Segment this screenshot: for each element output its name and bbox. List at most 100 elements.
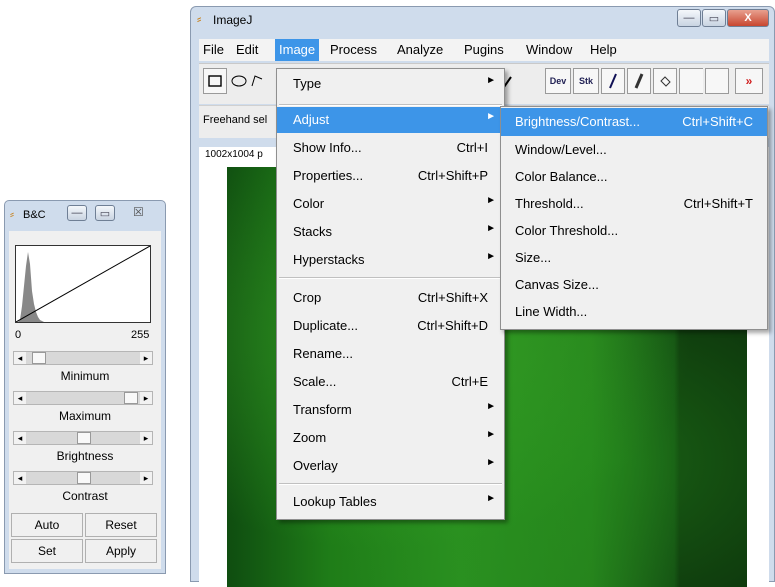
maximum-slider[interactable]: ◂ ▸ xyxy=(13,391,153,405)
menu-item-color-balance[interactable]: Color Balance... xyxy=(501,164,767,190)
menu-item-show-info[interactable]: Show Info... Ctrl+I xyxy=(277,135,504,161)
menu-item-window-level[interactable]: Window/Level... xyxy=(501,137,767,163)
menu-item-label: Show Info... xyxy=(293,140,362,155)
menu-edit[interactable]: Edit xyxy=(236,42,258,57)
menu-item-shortcut: Ctrl+Shift+P xyxy=(417,168,488,183)
slider-thumb[interactable] xyxy=(77,472,91,484)
minimize-button[interactable]: — xyxy=(677,9,701,27)
submenu-arrow-icon: ► xyxy=(486,251,496,262)
reset-button[interactable]: Reset xyxy=(85,513,157,537)
submenu-arrow-icon: ► xyxy=(486,457,496,468)
scroll-right-icon[interactable]: ▸ xyxy=(140,472,152,484)
set-button[interactable]: Set xyxy=(11,539,83,563)
scroll-left-icon[interactable]: ◂ xyxy=(14,352,26,364)
scroll-left-icon[interactable]: ◂ xyxy=(14,432,26,444)
menu-item-scale[interactable]: Scale... Ctrl+E xyxy=(277,369,504,395)
scroll-left-icon[interactable]: ◂ xyxy=(14,392,26,404)
maximize-button[interactable]: ▭ xyxy=(95,205,115,221)
submenu-arrow-icon: ► xyxy=(486,401,496,412)
brightness-slider[interactable]: ◂ ▸ xyxy=(13,431,153,445)
menu-item-line-width[interactable]: Line Width... xyxy=(501,299,767,325)
menu-item-crop[interactable]: Crop Ctrl+Shift+X xyxy=(277,285,504,311)
menu-item-overlay[interactable]: Overlay ► xyxy=(277,453,504,479)
menu-item-label: Stacks xyxy=(293,224,333,239)
menu-item-type[interactable]: Type ► xyxy=(277,71,504,97)
close-button[interactable]: X xyxy=(727,9,769,27)
menu-item-label: Lookup Tables xyxy=(293,494,377,509)
maximize-button[interactable]: ▭ xyxy=(702,9,726,27)
menu-item-label: Crop xyxy=(293,290,322,305)
menu-item-color-threshold[interactable]: Color Threshold... xyxy=(501,218,767,244)
dev-tool-button[interactable]: Dev xyxy=(545,68,571,94)
pencil-tool-icon[interactable] xyxy=(601,68,625,94)
menu-item-shortcut: Ctrl+E xyxy=(451,374,488,389)
apply-button[interactable]: Apply xyxy=(85,539,157,563)
menu-item-lookup-tables[interactable]: Lookup Tables ► xyxy=(277,489,504,515)
brush-tool-icon[interactable] xyxy=(627,68,651,94)
window-title: ImageJ xyxy=(213,13,253,27)
menu-item-label: Properties... xyxy=(293,168,364,183)
menu-process[interactable]: Process xyxy=(330,42,377,57)
menu-item-label: Transform xyxy=(293,402,352,417)
minimum-slider[interactable]: ◂ ▸ xyxy=(13,351,153,365)
menu-image[interactable]: Image xyxy=(275,39,320,61)
menu-item-stacks[interactable]: Stacks ► xyxy=(277,219,504,245)
menu-item-transform[interactable]: Transform ► xyxy=(277,397,504,423)
stk-tool-button[interactable]: Stk xyxy=(573,68,599,94)
flood-fill-tool-icon[interactable] xyxy=(653,68,677,94)
menu-window[interactable]: Window xyxy=(526,42,572,57)
minimize-button[interactable]: — xyxy=(67,205,87,221)
menu-item-label: Rename... xyxy=(293,346,353,361)
menu-bar: File Edit Image Process Analyze Pugins W… xyxy=(199,39,769,61)
rectangle-tool-icon[interactable] xyxy=(203,68,227,94)
scroll-right-icon[interactable]: ▸ xyxy=(140,432,152,444)
menu-item-zoom[interactable]: Zoom ► xyxy=(277,425,504,451)
transfer-function-line xyxy=(15,245,151,323)
menu-item-rename[interactable]: Rename... xyxy=(277,341,504,367)
menu-item-brightness-contrast[interactable]: Brightness/Contrast... Ctrl+Shift+C xyxy=(501,108,767,136)
window-title: B&C xyxy=(23,209,46,221)
menu-plugins[interactable]: Pugins xyxy=(464,42,504,57)
submenu-arrow-icon: ► xyxy=(486,75,496,86)
contrast-slider[interactable]: ◂ ▸ xyxy=(13,471,153,485)
menu-separator xyxy=(279,277,502,279)
submenu-arrow-icon: ► xyxy=(486,111,496,122)
menu-item-shortcut: Ctrl+Shift+C xyxy=(682,114,753,129)
slider-thumb[interactable] xyxy=(124,392,138,404)
menu-item-color[interactable]: Color ► xyxy=(277,191,504,217)
menu-item-label: Scale... xyxy=(293,374,337,389)
menu-item-shortcut: Ctrl+I xyxy=(456,140,488,155)
auto-button[interactable]: Auto xyxy=(11,513,83,537)
more-tools-button[interactable]: » xyxy=(735,68,763,94)
menu-item-properties[interactable]: Properties... Ctrl+Shift+P xyxy=(277,163,504,189)
oval-tool-icon[interactable] xyxy=(227,68,251,94)
menu-item-hyperstacks[interactable]: Hyperstacks ► xyxy=(277,247,504,273)
menu-file[interactable]: File xyxy=(203,42,224,57)
close-icon[interactable]: ☒ xyxy=(133,205,144,219)
menu-item-label: Color Threshold... xyxy=(515,223,619,238)
menu-item-label: Canvas Size... xyxy=(515,277,599,292)
menu-item-shortcut: Ctrl+Shift+X xyxy=(417,290,488,305)
tool-slot-empty[interactable] xyxy=(705,68,729,94)
menu-item-label: Zoom xyxy=(293,430,327,445)
menu-item-adjust[interactable]: Adjust ► xyxy=(277,107,504,133)
slider-thumb[interactable] xyxy=(32,352,46,364)
brightness-contrast-window: ⸗ B&C — ▭ ☒ 0 255 ◂ ▸ Minimum ◂ ▸ Maximu… xyxy=(4,200,166,574)
adjust-submenu: Brightness/Contrast... Ctrl+Shift+C Windo… xyxy=(500,106,768,330)
menu-item-canvas-size[interactable]: Canvas Size... xyxy=(501,272,767,298)
menu-help[interactable]: Help xyxy=(590,42,617,57)
polygon-tool-icon[interactable] xyxy=(249,68,265,94)
slider-thumb[interactable] xyxy=(77,432,91,444)
tool-slot-empty[interactable] xyxy=(679,68,703,94)
menu-item-duplicate[interactable]: Duplicate... Ctrl+Shift+D xyxy=(277,313,504,339)
menu-analyze[interactable]: Analyze xyxy=(397,42,443,57)
menu-item-size[interactable]: Size... xyxy=(501,245,767,271)
submenu-arrow-icon: ► xyxy=(486,429,496,440)
scroll-right-icon[interactable]: ▸ xyxy=(140,392,152,404)
brightness-label: Brightness xyxy=(56,449,114,463)
menu-item-label: Duplicate... xyxy=(293,318,359,333)
scroll-right-icon[interactable]: ▸ xyxy=(140,352,152,364)
menu-item-shortcut: Ctrl+Shift+D xyxy=(417,318,488,333)
menu-item-threshold[interactable]: Threshold... Ctrl+Shift+T xyxy=(501,191,767,217)
scroll-left-icon[interactable]: ◂ xyxy=(14,472,26,484)
